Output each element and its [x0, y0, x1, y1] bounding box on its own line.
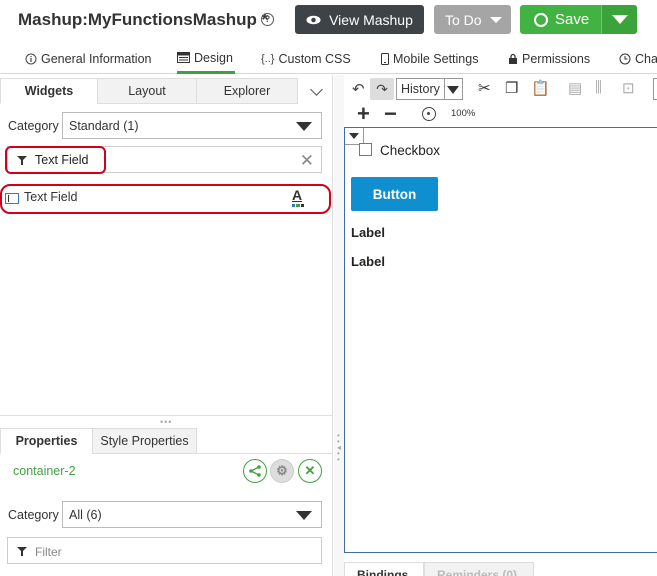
highlight-annotation — [5, 146, 106, 174]
vertical-splitter[interactable]: • • ◂ • • — [334, 75, 344, 576]
label-widget[interactable]: Label — [351, 254, 385, 269]
filter-icon — [17, 547, 27, 556]
undo-icon[interactable]: ↶ — [352, 80, 365, 98]
widgets-panel: Widgets Layout Explorer Category Standar… — [0, 75, 333, 576]
highlight-annotation — [0, 184, 331, 214]
tab-mobile-settings[interactable]: Mobile Settings — [381, 44, 478, 74]
chevron-down-icon — [447, 86, 459, 94]
mashup-header: Mashup:MyFunctionsMashup * ? View Mashup… — [0, 0, 657, 40]
tab-explorer[interactable]: Explorer — [196, 78, 298, 104]
widgets-panel-tabs: Widgets Layout Explorer — [0, 78, 333, 104]
copy-icon[interactable]: ❐ — [505, 79, 518, 97]
close-icon[interactable]: ✕ — [298, 459, 322, 483]
page-title: Mashup:MyFunctionsMashup * — [18, 10, 269, 29]
zoom-out-icon[interactable]: − — [384, 103, 397, 125]
info-icon — [25, 53, 37, 65]
divider — [444, 79, 445, 99]
category-value: Standard (1) — [69, 118, 139, 133]
layout-icon[interactable]: ⊡ — [622, 79, 635, 97]
tab-style-properties[interactable]: Style Properties — [92, 428, 197, 454]
history-label: History — [401, 82, 440, 96]
todo-dropdown[interactable]: To Do — [434, 5, 511, 34]
tab-bindings[interactable]: Bindings — [344, 562, 424, 576]
checkbox-label: Checkbox — [380, 143, 441, 158]
category-label: Category — [8, 508, 59, 522]
tab-properties[interactable]: Properties — [0, 428, 93, 454]
save-label: Save — [555, 11, 590, 28]
tab-label: Mobile Settings — [393, 52, 479, 66]
help-icon[interactable]: ? — [261, 13, 274, 26]
tab-reminders[interactable]: Reminders (0) — [424, 562, 534, 576]
chevron-down-icon[interactable] — [310, 83, 323, 96]
property-category-select[interactable]: All (6) — [62, 501, 322, 528]
mashup-tabs: General Information Design {..} Custom C… — [0, 44, 657, 74]
gear-icon[interactable]: ⚙ — [270, 459, 294, 483]
tab-label: Cha — [635, 52, 657, 66]
tab-permissions[interactable]: Permissions — [508, 44, 590, 74]
save-main[interactable]: Save — [520, 5, 601, 34]
tab-change-history[interactable]: Cha — [619, 44, 657, 74]
selected-container-name: container-2 — [13, 464, 76, 478]
filter-placeholder: Filter — [35, 545, 62, 559]
mashup-canvas[interactable]: Checkbox Button Label Label — [344, 127, 657, 553]
chevron-down-icon — [490, 17, 502, 23]
splitter-handle[interactable]: • • ◂ • • — [337, 432, 341, 464]
design-toolbar: ↶ ↷ History ✂ ❐ 📋 ▤ ⫼ ⊡ + − 100% — [344, 75, 657, 127]
checkbox-widget[interactable] — [359, 143, 372, 156]
circle-icon — [534, 12, 548, 27]
zoom-level: 100% — [451, 108, 476, 119]
tab-label: Custom CSS — [278, 52, 351, 66]
tab-label: General Information — [41, 52, 152, 66]
zoom-in-icon[interactable]: + — [357, 103, 370, 125]
todo-label: To Do — [445, 11, 482, 28]
tab-label: Design — [194, 50, 233, 65]
view-mashup-button[interactable]: View Mashup — [295, 5, 424, 34]
tab-custom-css[interactable]: {..} Custom CSS — [261, 44, 351, 74]
toolbar-overflow[interactable] — [653, 78, 657, 100]
save-button[interactable]: Save — [520, 5, 637, 34]
clock-icon — [619, 53, 631, 65]
save-options-button[interactable] — [601, 5, 637, 34]
tab-widgets[interactable]: Widgets — [0, 78, 98, 104]
align-top-icon[interactable]: ▤ — [568, 79, 582, 97]
redo-icon[interactable]: ↷ — [370, 78, 394, 100]
paste-icon[interactable]: 📋 — [531, 79, 550, 97]
tab-layout[interactable]: Layout — [97, 78, 197, 104]
css-icon: {..} — [261, 53, 275, 65]
cut-icon[interactable]: ✂ — [478, 79, 491, 97]
align-columns-icon[interactable]: ⫼ — [595, 79, 602, 96]
properties-tabs: Properties Style Properties — [0, 428, 333, 454]
category-select[interactable]: Standard (1) — [62, 112, 322, 139]
chevron-down-icon — [296, 122, 312, 131]
history-dropdown[interactable]: History — [396, 78, 463, 100]
eye-icon — [306, 15, 321, 24]
category-value: All (6) — [69, 507, 102, 522]
chevron-down-icon — [296, 511, 312, 520]
tab-design[interactable]: Design — [177, 44, 235, 74]
property-filter-input[interactable]: Filter — [7, 537, 322, 564]
design-icon — [177, 52, 190, 63]
target-icon[interactable] — [422, 107, 436, 121]
lock-icon — [509, 53, 517, 64]
button-widget[interactable]: Button — [351, 177, 438, 211]
mobile-icon — [381, 53, 389, 65]
label-widget[interactable]: Label — [351, 225, 385, 240]
bottom-tabs: Bindings Reminders (0) — [344, 562, 657, 576]
close-icon[interactable]: ✕ — [300, 151, 314, 171]
share-icon[interactable] — [243, 459, 267, 483]
category-label: Category — [8, 119, 59, 133]
view-mashup-label: View Mashup — [329, 11, 413, 28]
tab-label: Permissions — [522, 52, 591, 66]
tab-general-information[interactable]: General Information — [25, 44, 151, 74]
